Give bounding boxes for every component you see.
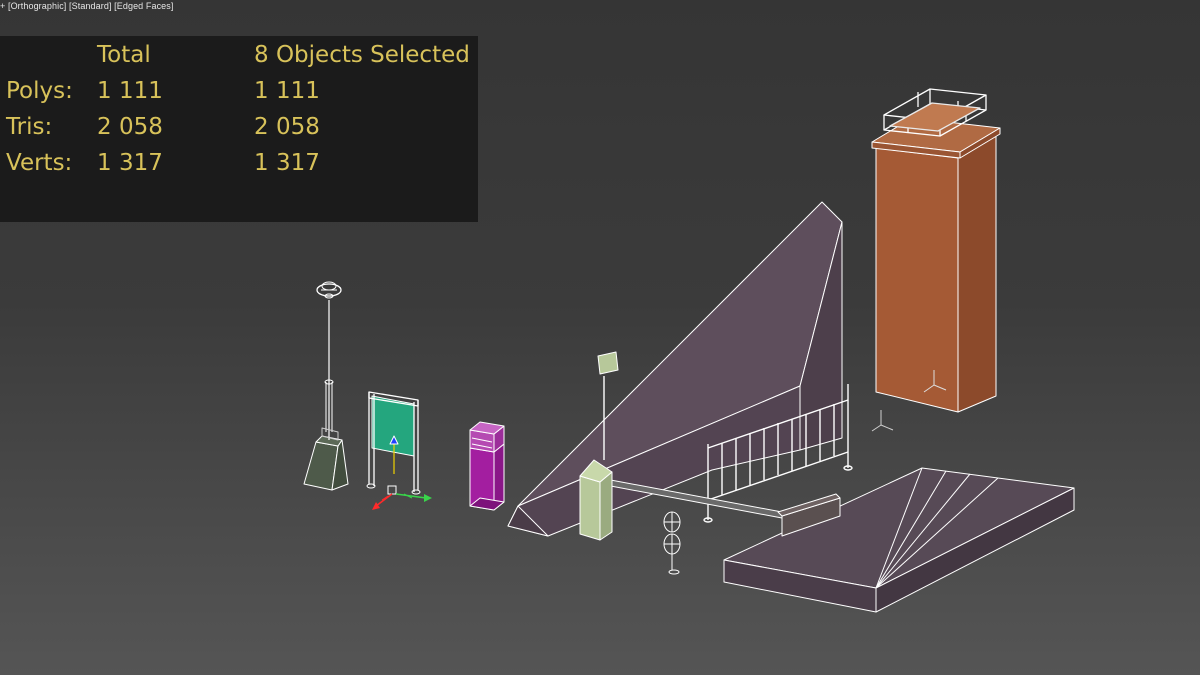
tower-gizmo-ground [871, 410, 894, 432]
sign-panel [371, 395, 415, 457]
gate-box-side [599, 471, 613, 541]
transform-gizmo[interactable] [372, 485, 432, 510]
bike-stand-object[interactable] [663, 511, 681, 575]
vending-machine-object[interactable] [469, 421, 505, 511]
tower-side-face [957, 135, 997, 413]
ramp-object[interactable] [507, 201, 843, 537]
viewport-scene[interactable] [0, 0, 1200, 675]
street-lamp-object[interactable] [303, 281, 349, 491]
gate-camera [597, 351, 619, 375]
tower-object[interactable] [871, 88, 1001, 413]
stairs-pad-object[interactable] [723, 467, 1075, 613]
tower-front-face [875, 147, 959, 413]
info-sign-object[interactable] [366, 391, 421, 495]
gate-box-front [579, 475, 601, 541]
